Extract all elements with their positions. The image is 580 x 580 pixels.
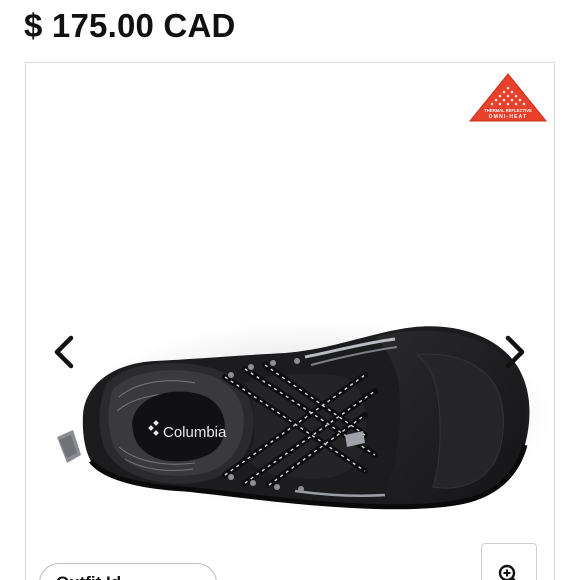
thermal-badge-icon: THERMAL REFLECTIVE OMNI-HEAT — [468, 73, 548, 123]
product-price: $ 175.00 CAD — [24, 7, 236, 44]
chevron-right-icon — [505, 335, 525, 369]
zoom-in-icon — [498, 564, 516, 580]
zoom-button[interactable] — [481, 543, 537, 580]
chevron-left-icon — [54, 335, 74, 369]
badge-line2: OMNI-HEAT — [489, 114, 528, 120]
badge-line1: THERMAL REFLECTIVE — [484, 108, 532, 113]
outfit-id-button[interactable]: Outfit Id... — [39, 563, 217, 580]
brand-logo-text: Columbia — [163, 424, 227, 441]
previous-image-button[interactable] — [44, 327, 84, 377]
product-image: Columbia — [45, 265, 550, 535]
next-image-button[interactable] — [495, 327, 535, 377]
product-page: $ 175.00 CAD THERMAL REFLECTIVE OMNI-HEA… — [0, 0, 580, 580]
